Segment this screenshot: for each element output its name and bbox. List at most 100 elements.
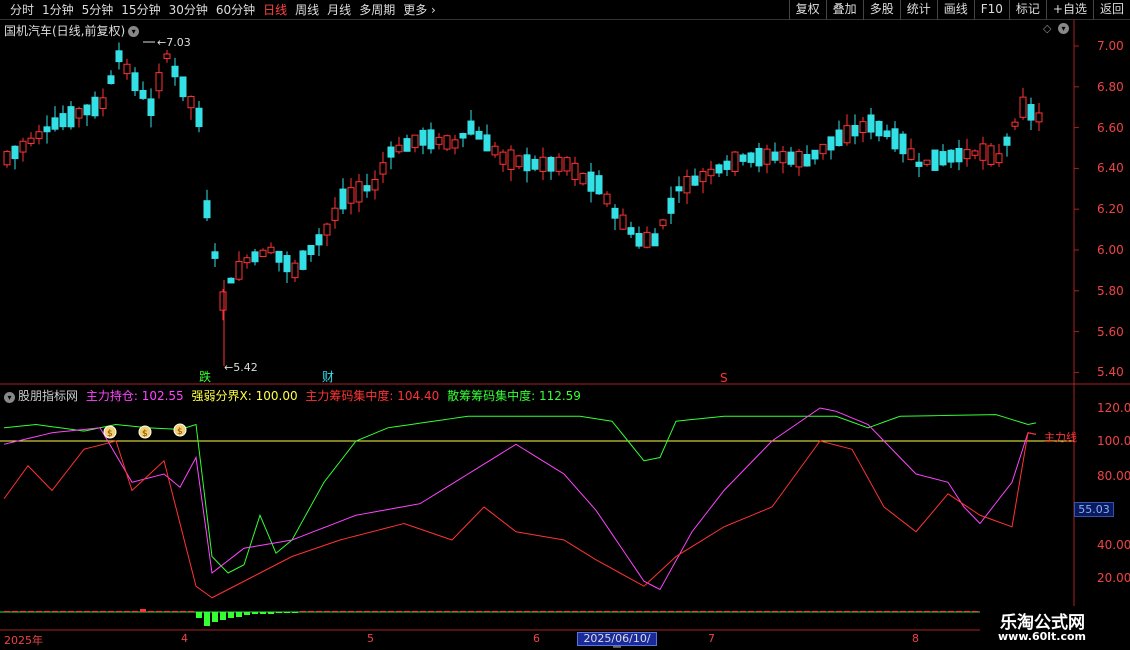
signal-bar: [60, 611, 66, 612]
signal-bar: [92, 611, 98, 612]
signal-bar: [692, 611, 698, 612]
date-tick: 2025年: [4, 634, 43, 647]
signal-bar: [852, 611, 858, 612]
date-tick: 7: [708, 632, 715, 645]
candle-body: [795, 151, 803, 168]
price-tick: 5.40: [1097, 365, 1124, 380]
indicator-tick: 80.00: [1097, 469, 1130, 483]
signal-bar: [388, 611, 394, 612]
signal-bar: [796, 611, 802, 612]
signal-bar: [404, 611, 410, 612]
price-tick: 7.00: [1097, 39, 1124, 53]
signal-bar: [884, 611, 890, 612]
candle-body: [723, 160, 731, 170]
signal-bar: [300, 611, 306, 612]
signal-bar: [276, 612, 282, 613]
candle-body: [259, 249, 267, 258]
signal-bar: [436, 611, 442, 612]
signal-bar: [572, 611, 578, 612]
candle-body: [43, 126, 51, 133]
candle-body: [707, 168, 715, 177]
candle-body: [747, 152, 755, 163]
candle-body: [667, 197, 675, 214]
candle-body: [235, 261, 243, 280]
signal-bar: [788, 611, 794, 612]
signal-bar: [876, 611, 882, 612]
candle-body: [1019, 96, 1027, 118]
signal-bar: [764, 611, 770, 612]
watermark-url: www.60lt.com: [998, 630, 1087, 643]
candle-body: [155, 72, 163, 92]
signal-bar: [132, 611, 138, 612]
kline-chart[interactable]: ←7.03 ←5.42 跌 财 S $ $ $ 主力线: [0, 0, 1130, 650]
signal-bar: [396, 611, 402, 612]
candle-body: [659, 219, 667, 227]
candle-body: [691, 175, 699, 186]
signal-bar: [956, 611, 962, 612]
signal-bar: [204, 612, 210, 626]
candle-body: [51, 117, 59, 130]
signal-bar: [420, 611, 426, 612]
candle-body: [491, 145, 499, 156]
money-bag-symbol: $: [107, 429, 113, 439]
candle-body: [307, 244, 315, 256]
chevron-down-icon[interactable]: ▾: [4, 392, 15, 403]
candle-body: [539, 156, 547, 172]
signal-bar: [180, 611, 186, 612]
candle-body: [163, 53, 171, 59]
candle-body: [339, 188, 347, 210]
candle-body: [859, 121, 867, 134]
candle-body: [187, 95, 195, 109]
signal-bar: [444, 611, 450, 612]
signal-bar: [708, 611, 714, 612]
signal-bar: [268, 612, 274, 614]
candle-body: [507, 149, 515, 171]
price-tick: 6.80: [1097, 79, 1124, 94]
die-marker: 跌: [199, 369, 211, 384]
signal-bar: [220, 612, 226, 620]
candle-body: [251, 251, 259, 263]
signal-bar: [124, 611, 130, 612]
signal-bar: [812, 611, 818, 612]
signal-bar: [844, 611, 850, 612]
signal-bar: [236, 612, 242, 617]
candle-body: [683, 176, 691, 194]
candle-body: [1011, 121, 1019, 127]
candle-body: [611, 207, 619, 219]
signal-bar: [836, 611, 842, 612]
candle-body: [499, 151, 507, 165]
candle-body: [587, 171, 595, 192]
signal-bar: [356, 611, 362, 612]
signal-bar: [612, 611, 618, 612]
signal-bar: [172, 611, 178, 612]
signal-bar: [28, 611, 34, 612]
main-chip-line: [3, 432, 1037, 599]
candle-body: [19, 140, 27, 153]
indicator-current-value: 55.03: [1074, 502, 1114, 517]
candle-body: [467, 120, 475, 135]
candle-body: [387, 146, 395, 158]
candle-body: [787, 151, 795, 165]
signal-bar: [636, 611, 642, 612]
indicator-tick: 120.0: [1097, 401, 1130, 415]
indicator-name: 股朋指标网: [18, 389, 79, 403]
candle-body: [891, 128, 899, 150]
candle-body: [843, 125, 851, 144]
signal-bar: [492, 611, 498, 612]
candle-body: [811, 149, 819, 160]
signal-bar: [684, 611, 690, 612]
candle-body: [83, 104, 91, 116]
candle-body: [923, 159, 931, 165]
price-tick: 6.20: [1097, 202, 1124, 217]
candle-body: [59, 113, 67, 128]
candle-body: [715, 164, 723, 174]
candle-body: [579, 172, 587, 185]
signal-bar: [700, 611, 706, 612]
signal-bar: [740, 611, 746, 612]
signal-bar: [68, 611, 74, 612]
candle-body: [971, 150, 979, 156]
candle-body: [803, 153, 811, 167]
signal-bar: [148, 611, 154, 612]
candle-body: [827, 136, 835, 151]
signal-bar: [316, 611, 322, 612]
